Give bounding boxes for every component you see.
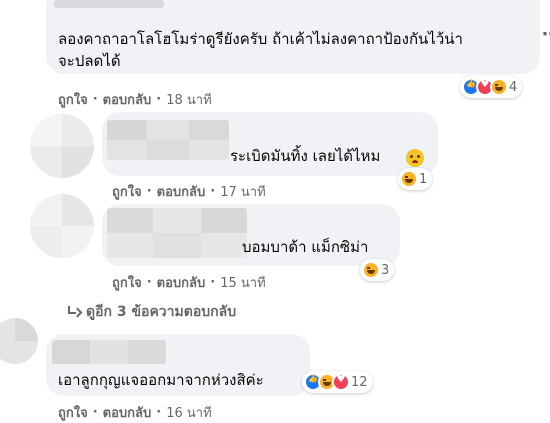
haha-icon <box>400 170 418 188</box>
reaction-summary[interactable]: 1 <box>398 168 433 190</box>
comment-text: บอมบาด้า แม็กซิม่า <box>242 238 369 256</box>
reaction-count: 3 <box>381 262 390 278</box>
avatar[interactable] <box>30 194 94 258</box>
timestamp[interactable]: 16 นาที <box>166 402 211 423</box>
avatar[interactable] <box>0 318 38 364</box>
pleading-face-emoji-icon <box>406 149 424 167</box>
reply-link[interactable]: ตอบกลับ <box>103 402 152 423</box>
reaction-count: 12 <box>351 374 368 390</box>
haha-icon <box>362 261 380 279</box>
reply-link[interactable]: ตอบกลับ <box>103 89 152 110</box>
like-link[interactable]: ถูกใจ <box>58 89 88 110</box>
view-more-replies-link[interactable]: ดูอีก 3 ข้อความตอบกลับ <box>66 301 236 323</box>
more-options-icon[interactable]: ⋯ <box>542 24 550 45</box>
comment-text: ระเบิดมันทิ้ง เลยได้ไหม <box>230 147 381 165</box>
timestamp[interactable]: 18 นาที <box>166 89 211 110</box>
like-link[interactable]: ถูกใจ <box>58 402 88 423</box>
reaction-count: 4 <box>509 79 518 95</box>
avatar[interactable] <box>30 114 94 178</box>
comment-text: เอาลูกกุญแจออกมาจากห่วงสิค่ะ <box>58 371 264 389</box>
reply-link[interactable]: ตอบกลับ <box>157 181 206 202</box>
reaction-summary[interactable]: 3 <box>360 259 395 281</box>
like-link[interactable]: ถูกใจ <box>112 272 142 293</box>
reply-arrow-icon <box>66 306 80 318</box>
reply-link[interactable]: ตอบกลับ <box>157 272 206 293</box>
blurred-author-name <box>54 0 164 8</box>
timestamp[interactable]: 15 นาที <box>220 272 265 293</box>
comment-meta: ถูกใจ · ตอบกลับ · 18 นาที <box>58 89 212 110</box>
comment-text-line2: จะปลดได้ <box>58 52 121 70</box>
comment-text-line1: ลองคาถาอาโลโฮโมร่าดูรียังครับ ถ้าเค้าไม่… <box>58 30 463 48</box>
timestamp[interactable]: 17 นาที <box>220 181 265 202</box>
haha-icon <box>490 78 508 96</box>
blurred-author-name <box>107 120 229 160</box>
blurred-author-name <box>52 340 166 364</box>
love-icon <box>332 373 350 391</box>
reaction-summary[interactable]: 4 <box>460 76 523 98</box>
blurred-author-name <box>107 208 247 258</box>
reaction-count: 1 <box>419 171 428 187</box>
comment-meta: ถูกใจ · ตอบกลับ · 16 นาที <box>58 402 212 423</box>
like-link[interactable]: ถูกใจ <box>112 181 142 202</box>
comment-meta: ถูกใจ · ตอบกลับ · 17 นาที <box>112 181 266 202</box>
reaction-summary[interactable]: 12 <box>302 371 373 393</box>
view-more-replies-label: ดูอีก 3 ข้อความตอบกลับ <box>86 304 237 320</box>
comment-meta: ถูกใจ · ตอบกลับ · 15 นาที <box>112 272 266 293</box>
